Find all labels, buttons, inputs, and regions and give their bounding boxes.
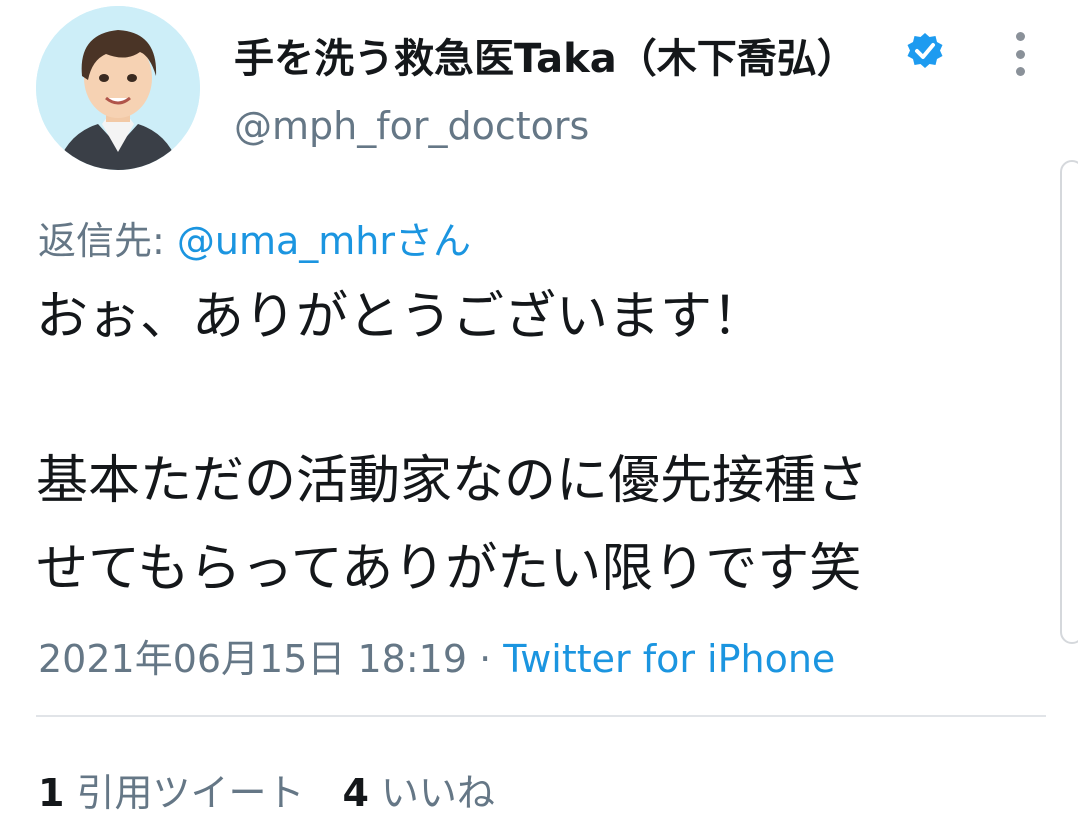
divider: [36, 715, 1046, 717]
avatar-illustration-icon: [36, 6, 200, 170]
side-edge-handle: [1060, 160, 1078, 644]
tweet-text-line: おぉ、ありがとうございます！: [36, 287, 765, 347]
quote-count: 1: [38, 771, 65, 815]
tweet-timestamp[interactable]: 2021年06月15日 18:19: [38, 637, 467, 681]
quote-label: 引用ツイート: [76, 771, 305, 815]
tweet-text-line: せてもらってありがたい限りです笑: [36, 539, 862, 599]
reply-suffix: さん: [395, 219, 472, 263]
like-count: 4: [342, 771, 369, 815]
more-options-icon[interactable]: [1004, 32, 1036, 76]
meta-separator: ·: [467, 637, 504, 681]
reply-prefix: 返信先:: [38, 219, 177, 263]
dot: [1015, 67, 1025, 76]
tweet-meta: 2021年06月15日 18:19 · Twitter for iPhone: [38, 628, 835, 683]
tweet-stats: 1 引用ツイート 4 いいね: [38, 762, 533, 817]
author-handle[interactable]: @mph_for_doctors: [234, 104, 589, 148]
tweet-text-line: 基本ただの活動家なのに優先接種さ: [36, 451, 869, 511]
author-display-name[interactable]: 手を洗う救急医Taka（木下喬弘）: [234, 26, 857, 84]
tweet-card: 手を洗う救急医Taka（木下喬弘） @mph_for_doctors 返信先: …: [0, 0, 1078, 827]
dot: [1015, 49, 1025, 59]
like-label: いいね: [380, 771, 495, 815]
reply-mention-link[interactable]: @uma_mhr: [177, 219, 395, 263]
verified-badge-icon: [904, 31, 946, 73]
reply-to-line: 返信先: @uma_mhrさん: [38, 210, 471, 265]
dot: [1015, 32, 1025, 41]
quote-tweets-stat[interactable]: 1 引用ツイート: [38, 762, 304, 817]
tweet-source-link[interactable]: Twitter for iPhone: [503, 637, 835, 681]
user-avatar[interactable]: [36, 6, 200, 170]
likes-stat[interactable]: 4 いいね: [342, 762, 494, 817]
